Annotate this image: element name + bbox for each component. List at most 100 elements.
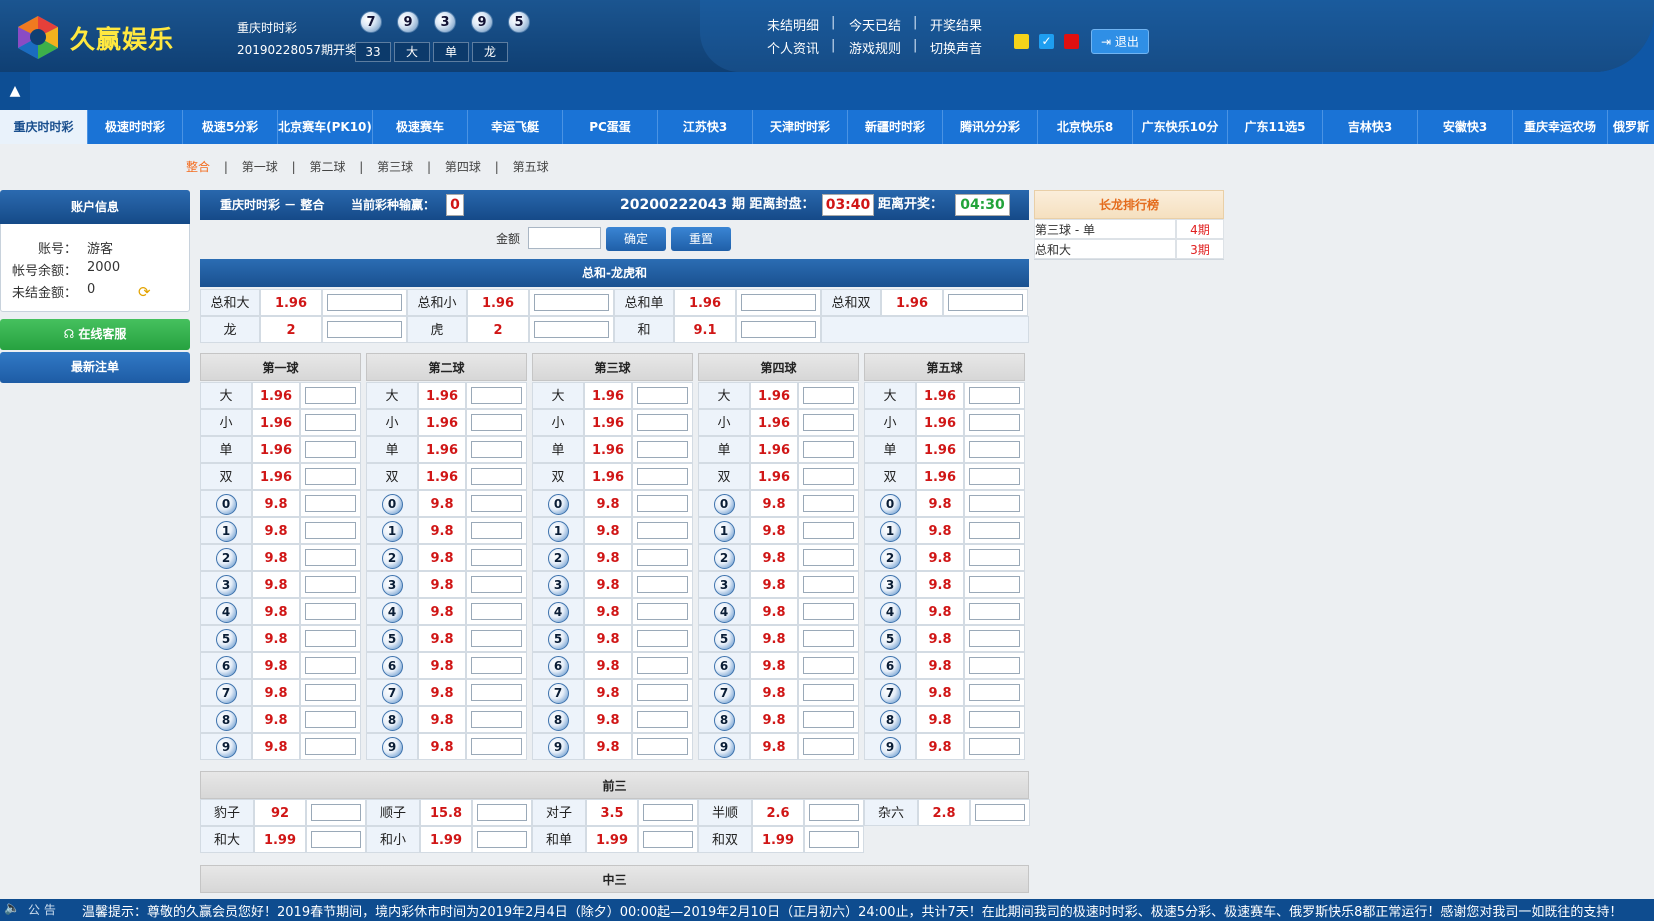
digit-amount-input-box[interactable]: [305, 711, 356, 728]
digit-amount-input[interactable]: [798, 517, 859, 544]
bet-amount-input-box[interactable]: [637, 441, 688, 458]
digit-amount-input[interactable]: [300, 517, 361, 544]
bet-amount-input-box[interactable]: [305, 441, 356, 458]
digit-amount-input[interactable]: [632, 679, 693, 706]
bet-amount-input[interactable]: [964, 409, 1025, 436]
link-settled-today[interactable]: 今天已结: [849, 15, 901, 34]
digit-amount-input-box[interactable]: [305, 522, 356, 539]
link-game-rules[interactable]: 游戏规则: [849, 38, 901, 57]
digit-amount-input-box[interactable]: [969, 657, 1020, 674]
digit-amount-input-box[interactable]: [637, 711, 688, 728]
bet-amount-input-box[interactable]: [803, 441, 854, 458]
sum-amount-input-box[interactable]: [741, 294, 816, 311]
digit-amount-input-box[interactable]: [471, 522, 522, 539]
subnav-ball-1[interactable]: 第一球: [242, 160, 278, 174]
bet-amount-input[interactable]: [798, 463, 859, 490]
sum-amount-input[interactable]: [736, 289, 821, 316]
digit-amount-input[interactable]: [798, 598, 859, 625]
sum-amount-input-box[interactable]: [327, 294, 402, 311]
sum-amount-input-box[interactable]: [534, 294, 609, 311]
reset-button[interactable]: 重置: [671, 227, 731, 251]
digit-amount-input[interactable]: [466, 544, 527, 571]
digit-amount-input[interactable]: [632, 598, 693, 625]
bet-amount-input-box[interactable]: [969, 468, 1020, 485]
dragon-tiger-amount-input-box[interactable]: [327, 321, 402, 338]
digit-amount-input-box[interactable]: [637, 657, 688, 674]
front-three-amount-input-box[interactable]: [809, 804, 859, 821]
digit-amount-input-box[interactable]: [471, 684, 522, 701]
digit-amount-input[interactable]: [798, 490, 859, 517]
bet-amount-input-box[interactable]: [305, 414, 356, 431]
digit-amount-input-box[interactable]: [305, 603, 356, 620]
front-three-amount-input[interactable]: [472, 826, 532, 853]
front-three-amount-input-box[interactable]: [477, 831, 527, 848]
digit-amount-input[interactable]: [466, 679, 527, 706]
digit-amount-input[interactable]: [964, 679, 1025, 706]
amount-input[interactable]: [528, 227, 601, 249]
collapse-header-icon[interactable]: ▲: [0, 72, 30, 110]
bet-amount-input[interactable]: [964, 436, 1025, 463]
digit-amount-input[interactable]: [798, 625, 859, 652]
bet-amount-input-box[interactable]: [637, 387, 688, 404]
digit-amount-input-box[interactable]: [471, 495, 522, 512]
front-three-amount-input-box[interactable]: [643, 804, 693, 821]
bet-amount-input[interactable]: [300, 463, 361, 490]
digit-amount-input-box[interactable]: [803, 711, 854, 728]
digit-amount-input-box[interactable]: [471, 657, 522, 674]
digit-amount-input-box[interactable]: [803, 684, 854, 701]
bet-amount-input-box[interactable]: [471, 414, 522, 431]
bet-amount-input[interactable]: [798, 382, 859, 409]
digit-amount-input[interactable]: [798, 652, 859, 679]
digit-amount-input-box[interactable]: [471, 549, 522, 566]
subnav-ball-4[interactable]: 第四球: [445, 160, 481, 174]
online-service-button[interactable]: ☊ 在线客服: [0, 319, 190, 350]
bet-amount-input[interactable]: [798, 436, 859, 463]
bet-amount-input[interactable]: [466, 382, 527, 409]
tab-russia[interactable]: 俄罗斯: [1608, 110, 1654, 144]
digit-amount-input-box[interactable]: [969, 603, 1020, 620]
digit-amount-input-box[interactable]: [803, 576, 854, 593]
front-three-amount-input-box[interactable]: [809, 831, 859, 848]
digit-amount-input[interactable]: [798, 733, 859, 760]
tab-jssc[interactable]: 极速赛车: [373, 110, 468, 144]
digit-amount-input-box[interactable]: [305, 630, 356, 647]
subnav-ball-5[interactable]: 第五球: [513, 160, 549, 174]
digit-amount-input-box[interactable]: [969, 549, 1020, 566]
bet-amount-input-box[interactable]: [803, 468, 854, 485]
front-three-amount-input[interactable]: [638, 799, 698, 826]
digit-amount-input-box[interactable]: [969, 495, 1020, 512]
digit-amount-input[interactable]: [964, 571, 1025, 598]
bet-amount-input[interactable]: [466, 436, 527, 463]
digit-amount-input[interactable]: [798, 544, 859, 571]
digit-amount-input-box[interactable]: [637, 684, 688, 701]
bet-amount-input[interactable]: [466, 463, 527, 490]
bet-amount-input-box[interactable]: [305, 387, 356, 404]
front-three-amount-input[interactable]: [306, 826, 366, 853]
digit-amount-input-box[interactable]: [969, 738, 1020, 755]
front-three-amount-input-box[interactable]: [643, 831, 693, 848]
digit-amount-input[interactable]: [632, 706, 693, 733]
sum-amount-input[interactable]: [322, 289, 407, 316]
theme-blue-swatch-checked-icon[interactable]: ✓: [1039, 34, 1054, 49]
digit-amount-input-box[interactable]: [803, 630, 854, 647]
sum-amount-input-box[interactable]: [948, 294, 1023, 311]
tab-cqssc[interactable]: 重庆时时彩: [0, 110, 88, 144]
digit-amount-input-box[interactable]: [471, 738, 522, 755]
front-three-amount-input[interactable]: [970, 799, 1030, 826]
digit-amount-input[interactable]: [632, 733, 693, 760]
bet-amount-input-box[interactable]: [969, 441, 1020, 458]
digit-amount-input[interactable]: [632, 571, 693, 598]
digit-amount-input-box[interactable]: [305, 495, 356, 512]
digit-amount-input[interactable]: [466, 625, 527, 652]
bet-amount-input-box[interactable]: [969, 387, 1020, 404]
tab-bjpk10[interactable]: 北京赛车(PK10): [278, 110, 373, 144]
refresh-icon[interactable]: ⟳: [138, 283, 154, 301]
digit-amount-input-box[interactable]: [637, 495, 688, 512]
subnav-integrated[interactable]: 整合: [186, 160, 210, 174]
digit-amount-input-box[interactable]: [471, 603, 522, 620]
digit-amount-input[interactable]: [964, 625, 1025, 652]
digit-amount-input-box[interactable]: [637, 630, 688, 647]
digit-amount-input-box[interactable]: [305, 684, 356, 701]
tab-jlk3[interactable]: 吉林快3: [1323, 110, 1418, 144]
digit-amount-input[interactable]: [964, 652, 1025, 679]
